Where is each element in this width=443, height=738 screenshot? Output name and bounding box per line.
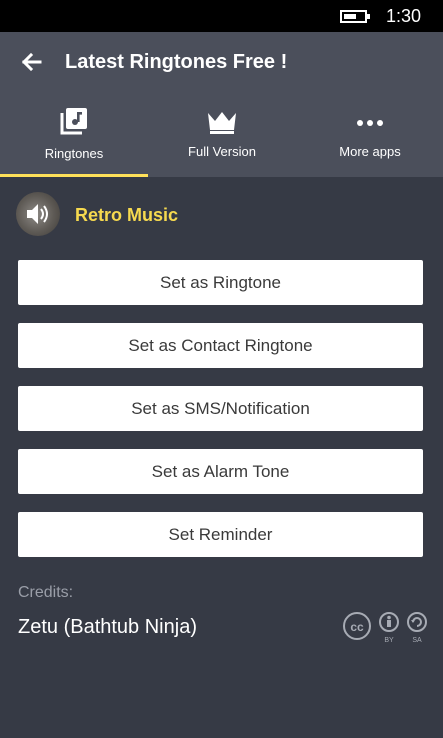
set-as-alarm-tone-button[interactable]: Set as Alarm Tone	[18, 449, 423, 494]
more-dots-icon	[357, 120, 383, 126]
credits-label: Credits:	[18, 584, 74, 601]
share-alike-icon: SA	[407, 612, 427, 644]
tab-more-apps[interactable]: More apps	[296, 102, 443, 177]
attribution-icon: BY	[379, 612, 399, 644]
status-time: 1:30	[385, 6, 421, 26]
cc-badge-text: cc	[350, 620, 364, 634]
tab-full-version[interactable]: Full Version	[148, 102, 296, 177]
tab-label: Full Version	[188, 144, 256, 159]
track-name: Retro Music	[75, 205, 179, 225]
cc-icon: cc	[343, 612, 371, 640]
crown-icon	[208, 112, 236, 134]
creative-commons-license[interactable]: cc BY SA	[342, 611, 432, 645]
credits-name: Zetu (Bathtub Ninja)	[18, 616, 197, 638]
set-reminder-button[interactable]: Set Reminder	[18, 512, 423, 557]
set-as-sms-notification-button[interactable]: Set as SMS/Notification	[18, 386, 423, 431]
sa-badge-text: SA	[412, 637, 422, 644]
page-title: Latest Ringtones Free !	[65, 51, 288, 73]
tab-bar: Ringtones Full Version More apps	[0, 102, 443, 177]
track-header: Retro Music	[16, 192, 316, 238]
tab-label: Ringtones	[44, 146, 104, 161]
music-library-icon	[60, 108, 87, 135]
by-badge-text: BY	[384, 637, 394, 644]
active-tab-indicator	[0, 174, 148, 177]
tab-ringtones[interactable]: Ringtones	[0, 102, 148, 177]
set-as-ringtone-button[interactable]: Set as Ringtone	[18, 260, 423, 305]
speaker-icon	[27, 204, 48, 224]
tab-label: More apps	[339, 144, 401, 159]
battery-icon	[340, 10, 370, 23]
app-header: Latest Ringtones Free ! Ringtones Full V…	[0, 32, 443, 177]
back-arrow-icon[interactable]	[22, 50, 42, 74]
track-artwork[interactable]	[16, 192, 60, 236]
status-bar: 1:30	[0, 0, 443, 32]
set-as-contact-ringtone-button[interactable]: Set as Contact Ringtone	[18, 323, 423, 368]
